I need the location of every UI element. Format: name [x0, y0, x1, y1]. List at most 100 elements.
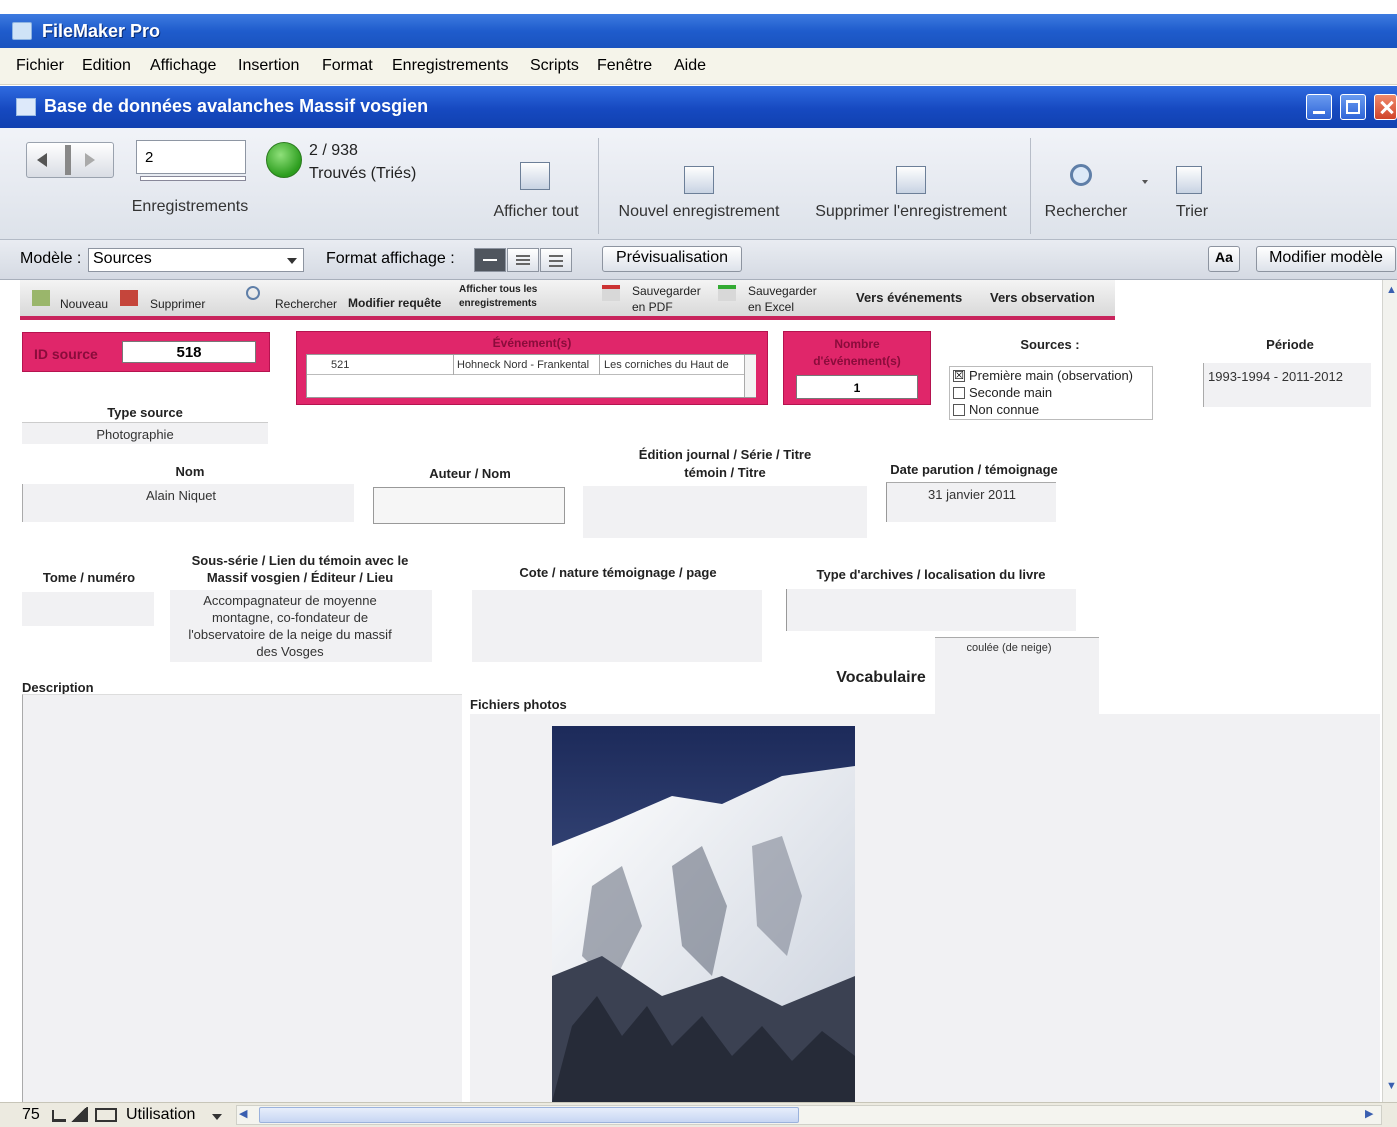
nav-modify-query-button[interactable]: Modifier requête [348, 296, 441, 310]
menu-insertion[interactable]: Insertion [238, 57, 299, 75]
menu-enregistrements[interactable]: Enregistrements [392, 57, 509, 75]
source-option-first-hand[interactable]: Première main (observation) [969, 368, 1133, 383]
search-icon[interactable] [1070, 164, 1092, 186]
app-title-bar: FileMaker Pro [0, 14, 1397, 48]
vocabulary-value: coulée (de neige) [966, 642, 1052, 654]
checkbox-unchecked-icon[interactable] [953, 387, 965, 399]
nav-delete-button[interactable]: Supprimer [150, 297, 205, 311]
menu-affichage[interactable]: Affichage [150, 57, 216, 75]
date-field[interactable]: 31 janvier 2011 [886, 482, 1056, 522]
scroll-right-icon[interactable]: ▶ [1365, 1107, 1373, 1120]
event-row[interactable]: 521 Hohneck Nord - Frankental Les cornic… [307, 355, 745, 375]
nav-save-excel-line1[interactable]: Sauvegarder [748, 284, 817, 298]
edit-layout-button[interactable]: Modifier modèle [1256, 246, 1396, 272]
close-button[interactable] [1374, 94, 1397, 120]
checkbox-checked-icon[interactable]: ☒ [953, 370, 965, 382]
current-record-input[interactable] [136, 140, 246, 174]
delete-record-button[interactable]: Supprimer l'enregistrement [800, 203, 1022, 221]
scrollbar-thumb[interactable] [259, 1107, 799, 1123]
nav-new-button[interactable]: Nouveau [60, 297, 108, 311]
sous-serie-line: Accompagnateur de moyenne [203, 593, 377, 608]
next-record-icon[interactable] [85, 153, 95, 167]
sous-serie-label-line1: Sous-série / Lien du témoin avec le [191, 553, 409, 568]
menu-format[interactable]: Format [322, 57, 373, 75]
scroll-left-icon[interactable]: ◀ [239, 1107, 247, 1120]
database-icon [16, 98, 36, 116]
tome-field[interactable] [22, 592, 154, 626]
zoom-in-icon[interactable] [70, 1107, 88, 1122]
description-field[interactable] [22, 694, 462, 1102]
maximize-button[interactable] [1340, 94, 1366, 120]
avalanche-photo[interactable] [552, 726, 855, 1102]
record-book-navigator[interactable] [26, 142, 114, 178]
toggle-status-area-icon[interactable] [95, 1108, 117, 1122]
nav-search-button[interactable]: Rechercher [275, 297, 337, 311]
nav-save-pdf-line1[interactable]: Sauvegarder [632, 284, 701, 298]
id-source-field[interactable]: 518 [122, 341, 256, 363]
show-all-button[interactable]: Afficher tout [480, 203, 592, 221]
menu-edition[interactable]: Edition [82, 57, 131, 75]
minimize-button[interactable] [1306, 94, 1332, 120]
pdf-icon[interactable] [602, 285, 620, 301]
cote-field[interactable] [472, 590, 762, 662]
edition-field[interactable] [583, 486, 867, 538]
portal-scrollbar[interactable] [744, 355, 756, 397]
vertical-scrollbar[interactable]: ▲ ▼ [1382, 280, 1397, 1102]
auteur-field[interactable] [373, 487, 565, 524]
mode-dropdown-icon[interactable] [212, 1114, 222, 1120]
delete-record-icon[interactable] [896, 166, 926, 194]
search-button[interactable]: Rechercher [1036, 203, 1136, 221]
cote-label: Cote / nature témoignage / page [519, 565, 717, 580]
new-record-button[interactable]: Nouvel enregistrement [608, 203, 790, 221]
nav-to-observation-button[interactable]: Vers observation [990, 290, 1095, 305]
source-option-unknown[interactable]: Non connue [969, 402, 1039, 417]
excel-icon[interactable] [718, 285, 736, 301]
events-portal[interactable]: 521 Hohneck Nord - Frankental Les cornic… [306, 354, 756, 398]
checkbox-unchecked-icon[interactable] [953, 404, 965, 416]
nav-save-pdf-line2[interactable]: en PDF [632, 300, 673, 314]
sort-icon[interactable] [1176, 166, 1202, 194]
sous-serie-field[interactable]: Accompagnateur de moyenne montagne, co-f… [170, 590, 432, 662]
sort-button[interactable]: Trier [1166, 203, 1218, 221]
list-view-icon[interactable] [507, 248, 539, 272]
record-slider[interactable] [140, 176, 246, 181]
vocabulary-field[interactable]: coulée (de neige) [935, 637, 1099, 715]
text-formatting-button[interactable]: Aa [1208, 246, 1240, 272]
search-dropdown-arrow-icon[interactable] [1142, 180, 1148, 184]
table-view-icon[interactable] [540, 248, 572, 272]
preview-button[interactable]: Prévisualisation [602, 246, 742, 272]
found-count: 2 / 938 [309, 142, 358, 159]
sous-serie-label-line2: Massif vosgien / Éditeur / Lieu [206, 570, 394, 585]
zoom-level[interactable]: 75 [22, 1106, 40, 1124]
menu-fenetre[interactable]: Fenêtre [597, 57, 652, 75]
search-icon[interactable] [246, 286, 260, 300]
show-all-icon[interactable] [520, 162, 550, 190]
menu-aide[interactable]: Aide [674, 57, 706, 75]
event-count-label-line2: d'événement(s) [813, 354, 901, 368]
model-select[interactable]: Sources [88, 248, 304, 272]
event-count-field[interactable]: 1 [796, 375, 918, 399]
horizontal-scrollbar[interactable]: ◀ ▶ [236, 1105, 1382, 1125]
periode-field[interactable]: 1993-1994 - 2011-2012 [1203, 363, 1371, 407]
nav-show-all-line1[interactable]: Afficher tous les [459, 284, 537, 295]
archives-field[interactable] [786, 589, 1076, 631]
delete-record-icon[interactable] [120, 290, 138, 306]
new-record-icon[interactable] [32, 290, 50, 306]
zoom-out-icon[interactable] [52, 1110, 66, 1122]
menu-fichier[interactable]: Fichier [16, 57, 64, 75]
nav-save-excel-line2[interactable]: en Excel [748, 300, 794, 314]
type-source-field[interactable]: Photographie [22, 422, 268, 444]
date-value: 31 janvier 2011 [928, 487, 1016, 502]
scroll-up-icon[interactable]: ▲ [1386, 284, 1397, 296]
mode-label[interactable]: Utilisation [126, 1106, 195, 1124]
nav-to-events-button[interactable]: Vers événements [856, 290, 962, 305]
form-view-icon[interactable] [474, 248, 506, 272]
source-option-second-hand[interactable]: Seconde main [969, 385, 1052, 400]
previous-record-icon[interactable] [37, 153, 47, 167]
new-record-icon[interactable] [684, 166, 714, 194]
menu-scripts[interactable]: Scripts [530, 57, 579, 75]
nom-field[interactable]: Alain Niquet [22, 484, 354, 522]
scroll-down-icon[interactable]: ▼ [1386, 1080, 1397, 1092]
archives-label: Type d'archives / localisation du livre [816, 567, 1046, 582]
nav-show-all-line2[interactable]: enregistrements [459, 298, 537, 309]
